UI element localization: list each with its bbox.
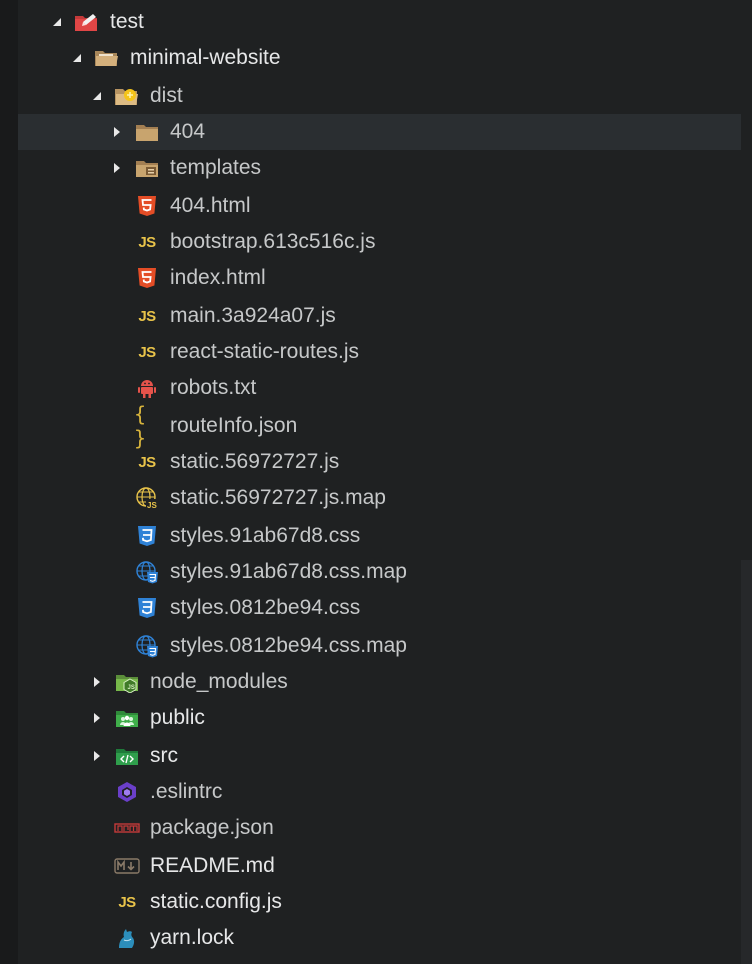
tree-item-readme-md[interactable]: README.md — [18, 848, 741, 884]
tree-item-styles-0812be94-css[interactable]: styles.0812be94.css — [18, 590, 741, 626]
tree-item-bootstrap-js[interactable]: JS bootstrap.613c516c.js — [18, 224, 741, 260]
css3-icon — [134, 590, 160, 626]
js-map-icon: JS — [134, 480, 160, 516]
tree-item-label: minimal-website — [130, 46, 281, 69]
tree-item-label: react-static-routes.js — [170, 340, 360, 363]
eslint-icon — [114, 774, 140, 810]
npm-icon — [114, 810, 140, 846]
tree-item-robots-txt[interactable]: robots.txt — [18, 370, 741, 406]
css-map-icon — [134, 554, 160, 590]
json-braces-text: { } — [134, 402, 147, 450]
chevron-down-icon[interactable] — [90, 78, 104, 114]
js-icon-text: JS — [138, 307, 156, 325]
tree-item-styles-91ab67d8-css-map[interactable]: styles.91ab67d8.css.map — [18, 554, 741, 590]
tree-item-routeinfo-json[interactable]: { } routeInfo.json — [18, 402, 741, 450]
js-icon-text: JS — [138, 343, 156, 361]
tree-item-label: styles.0812be94.css.map — [170, 634, 407, 657]
chevron-right-icon[interactable] — [90, 738, 104, 774]
test-folder-icon — [74, 4, 100, 40]
tree-item-main-js[interactable]: JS main.3a924a07.js — [18, 298, 741, 334]
tree-item-label: bootstrap.613c516c.js — [170, 230, 376, 253]
tree-item-label: styles.91ab67d8.css — [170, 524, 361, 547]
css-map-icon — [134, 628, 160, 664]
file-explorer: test minimal-website dist 404 templates … — [0, 0, 752, 964]
tree-item-eslintrc[interactable]: .eslintrc — [18, 774, 741, 810]
js-icon: JS — [134, 298, 160, 334]
tree-item-label: src — [150, 744, 178, 767]
tree-item-styles-91ab67d8-css[interactable]: styles.91ab67d8.css — [18, 518, 741, 554]
chevron-right-icon[interactable] — [110, 150, 124, 186]
html5-icon — [134, 260, 160, 296]
js-icon: JS — [114, 884, 140, 920]
vertical-scrollbar[interactable] — [741, 560, 752, 964]
tree-item-label: dist — [150, 84, 183, 107]
tree-item-label: static.56972727.js.map — [170, 486, 386, 509]
tree-item-dist[interactable]: dist — [18, 78, 741, 114]
js-icon: JS — [134, 224, 160, 260]
tree-item-label: main.3a924a07.js — [170, 304, 336, 327]
tree-item-label: templates — [170, 156, 262, 179]
templates-folder-icon — [134, 150, 160, 186]
js-icon: JS — [134, 334, 160, 370]
tree-item-yarn-lock[interactable]: yarn.lock — [18, 920, 741, 956]
tree-item-label: test — [110, 10, 144, 33]
js-icon: JS — [134, 444, 160, 480]
tree-item-styles-0812be94-css-map[interactable]: styles.0812be94.css.map — [18, 628, 741, 664]
tree-item-index-html[interactable]: index.html — [18, 260, 741, 296]
tree-item-test[interactable]: test — [18, 4, 741, 40]
tree-item-label: styles.0812be94.css — [170, 596, 361, 619]
tree-item-public[interactable]: public — [18, 700, 741, 736]
markdown-icon — [114, 848, 140, 884]
tree-item-label: node_modules — [150, 670, 288, 693]
open-folder-icon — [94, 40, 120, 76]
tree-item-404-html[interactable]: 404.html — [18, 188, 741, 224]
tree-item-src[interactable]: src — [18, 738, 741, 774]
tree-item-label: routeInfo.json — [170, 414, 298, 437]
json-braces-icon: { } — [134, 402, 160, 450]
robot-icon — [134, 370, 160, 406]
html5-icon — [134, 188, 160, 224]
src-folder-icon — [114, 738, 140, 774]
css3-icon — [134, 518, 160, 554]
tree-item-static-js-map[interactable]: JS static.56972727.js.map — [18, 480, 741, 516]
js-icon-text: JS — [138, 233, 156, 251]
public-folder-icon — [114, 700, 140, 736]
tree-item-react-static-routes-js[interactable]: JS react-static-routes.js — [18, 334, 741, 370]
tree-item-label: yarn.lock — [150, 926, 235, 949]
tree-item-label: static.config.js — [150, 890, 282, 913]
tree-item-label: index.html — [170, 266, 266, 289]
chevron-down-icon[interactable] — [70, 40, 84, 76]
chevron-right-icon[interactable] — [110, 114, 124, 150]
tree-item-label: README.md — [150, 854, 275, 877]
tree-item-label: static.56972727.js — [170, 450, 340, 473]
chevron-right-icon[interactable] — [90, 664, 104, 700]
tree-item-templates-folder[interactable]: templates — [18, 150, 741, 186]
tree-item-label: .eslintrc — [150, 780, 223, 803]
svg-text:JS: JS — [128, 685, 135, 691]
tree-item-label: package.json — [150, 816, 274, 839]
explorer-gutter — [0, 0, 18, 964]
dist-folder-icon — [114, 78, 140, 114]
node-folder-icon: JS — [114, 664, 140, 700]
tree-item-404-folder[interactable]: 404 — [18, 114, 741, 150]
tree-item-minimal-website[interactable]: minimal-website — [18, 40, 741, 76]
yarn-icon — [114, 920, 140, 956]
tree-item-static-js[interactable]: JS static.56972727.js — [18, 444, 741, 480]
js-icon-text: JS — [138, 453, 156, 471]
tree-item-label: robots.txt — [170, 376, 257, 399]
tree-item-package-json[interactable]: package.json — [18, 810, 741, 846]
tree-item-label: 404.html — [170, 194, 251, 217]
tree-item-label: public — [150, 706, 205, 729]
tree-item-node-modules[interactable]: JS node_modules — [18, 664, 741, 700]
folder-icon — [134, 114, 160, 150]
svg-text:JS: JS — [147, 501, 157, 510]
tree-item-label: styles.91ab67d8.css.map — [170, 560, 407, 583]
chevron-down-icon[interactable] — [50, 4, 64, 40]
tree-item-static-config-js[interactable]: JS static.config.js — [18, 884, 741, 920]
chevron-right-icon[interactable] — [90, 700, 104, 736]
js-icon-text: JS — [118, 893, 136, 911]
tree-item-label: 404 — [170, 120, 206, 143]
